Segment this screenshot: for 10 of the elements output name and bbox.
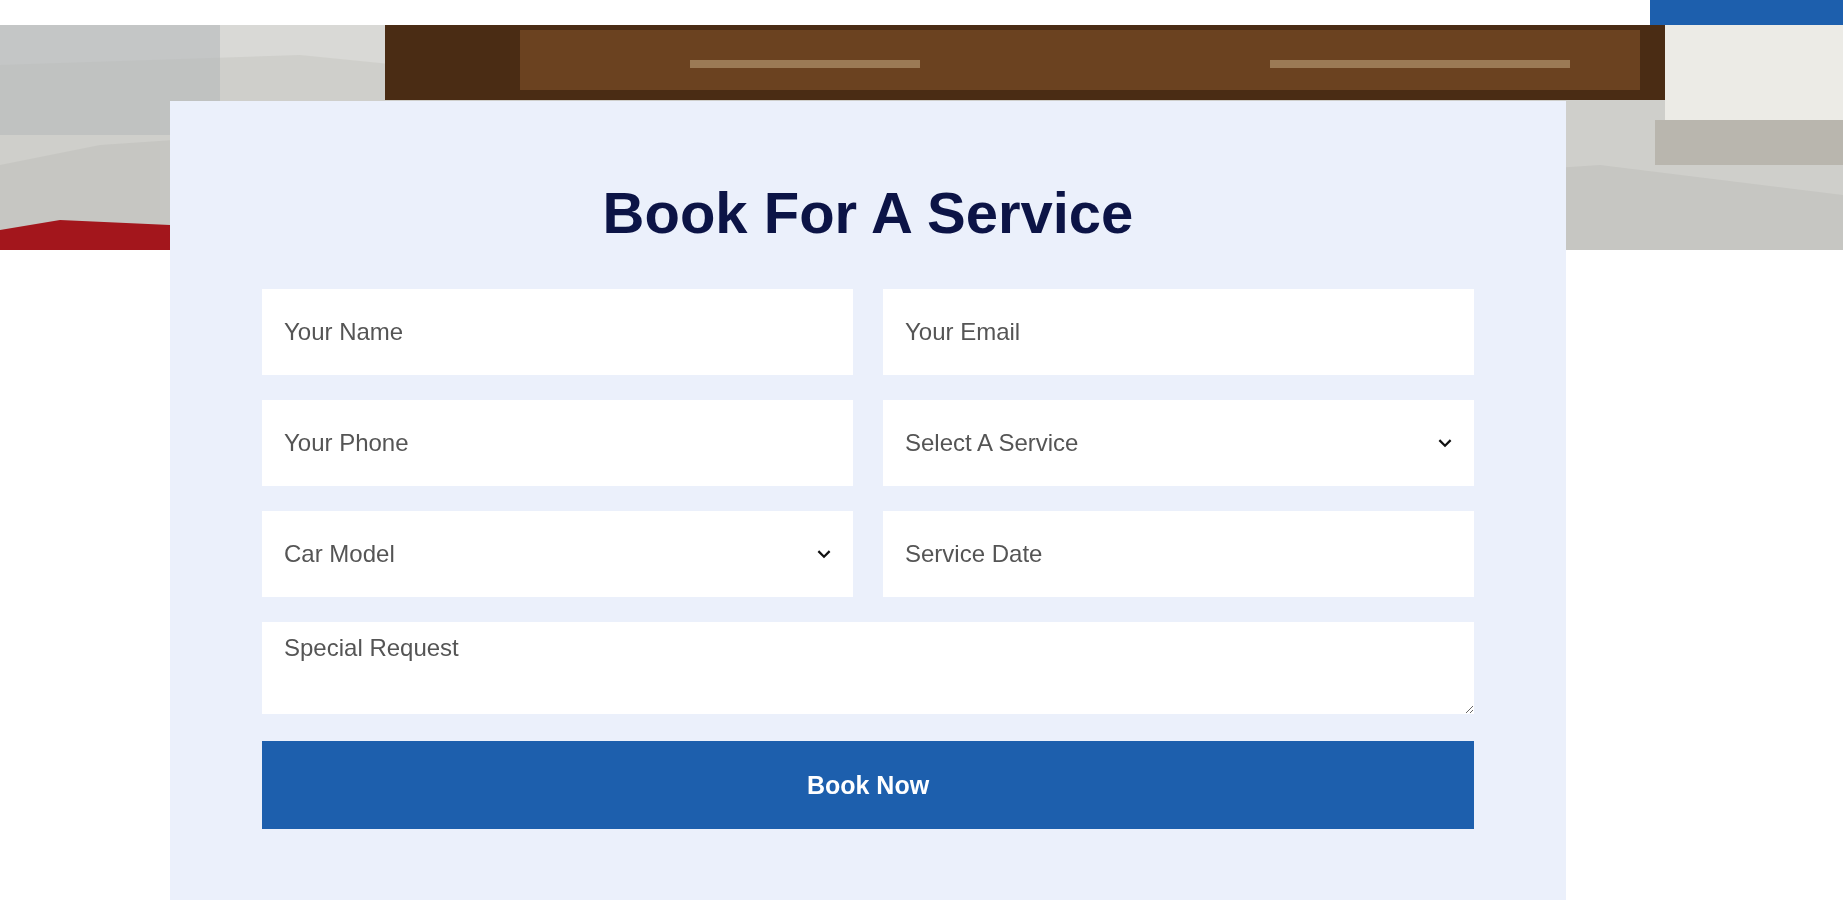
chevron-icon <box>817 549 831 559</box>
input-field[interactable]: Your Email <box>883 289 1474 375</box>
select-field[interactable]: Car Model <box>262 511 853 597</box>
input-field[interactable]: Service Date <box>883 511 1474 597</box>
book-button[interactable]: Book Now <box>262 741 1474 829</box>
input-field[interactable]: Your Name <box>262 289 853 375</box>
chevron-icon <box>1438 438 1452 448</box>
form-title: Book For A Service <box>601 184 1135 242</box>
select-field[interactable]: Select A Service <box>883 400 1474 486</box>
input-field[interactable]: Your Phone <box>262 400 853 486</box>
